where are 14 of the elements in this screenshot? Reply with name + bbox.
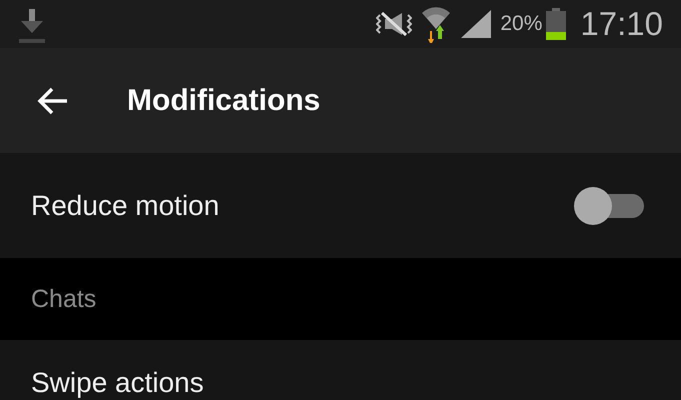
back-button[interactable] <box>37 86 69 114</box>
mute-vibrate-icon <box>376 11 412 37</box>
battery-percent: 20% <box>500 12 542 36</box>
section-header: Chats <box>31 284 96 314</box>
setting-label: Swipe actions <box>31 366 204 400</box>
toggle-switch[interactable] <box>574 186 644 226</box>
screen-title: Modifications <box>127 84 320 118</box>
setting-label: Reduce motion <box>31 190 220 222</box>
signal-icon <box>460 10 492 38</box>
battery-icon <box>546 8 566 40</box>
clock: 17:10 <box>580 5 663 43</box>
back-arrow-icon <box>37 86 69 114</box>
download-icon <box>18 9 46 43</box>
wifi-icon <box>420 5 452 43</box>
